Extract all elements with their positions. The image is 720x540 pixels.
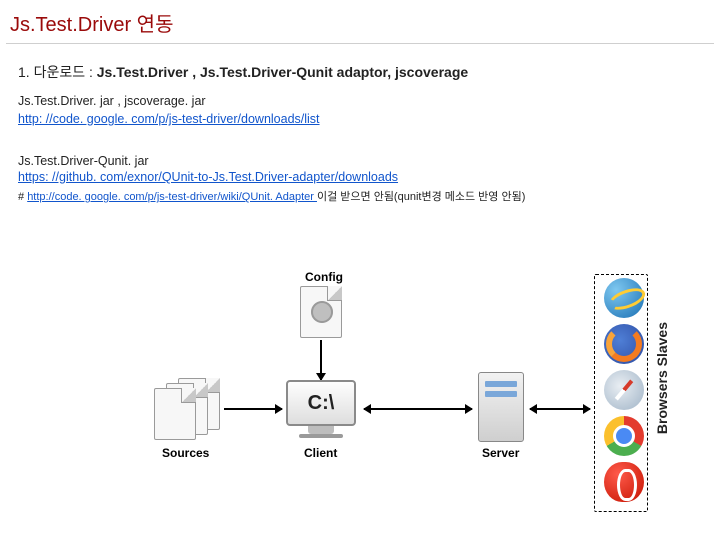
- qunit-adapter-block: Js.Test.Driver-Qunit. jar https: //githu…: [18, 154, 702, 204]
- safari-icon: [604, 370, 644, 410]
- config-label: Config: [305, 270, 343, 284]
- opera-icon: [604, 462, 644, 502]
- browsers-slaves-label: Browsers Slaves: [654, 322, 670, 434]
- warning-note: # http://code. google. com/p/js-test-dri…: [18, 188, 702, 204]
- qunit-adapter-jar: Js.Test.Driver-Qunit. jar: [18, 154, 702, 168]
- sources-label: Sources: [162, 446, 209, 460]
- link-wiki-qunit-adapter[interactable]: http://code. google. com/p/js-test-drive…: [27, 191, 317, 203]
- link-jstestdriver-downloads[interactable]: http: //code. google. com/p/js-test-driv…: [18, 112, 320, 126]
- jar-files-line: Js.Test.Driver. jar , jscoverage. jar: [18, 94, 702, 108]
- arrow-client-server: [364, 408, 472, 410]
- client-screen-text: C:\: [286, 380, 356, 426]
- arrow-sources-to-client: [224, 408, 282, 410]
- browsers-column: [602, 278, 646, 502]
- content-area: 1. 다운로드 : Js.Test.Driver , Js.Test.Drive…: [0, 62, 720, 204]
- title-divider: [6, 43, 714, 44]
- note-tail: 이걸 받으면 안됨(qunit변경 메소드 반영 안됨): [317, 191, 525, 203]
- server-icon: [478, 372, 524, 442]
- note-hash: #: [18, 191, 27, 203]
- config-icon: [300, 286, 342, 338]
- ie-icon: [604, 278, 644, 318]
- client-icon: C:\: [286, 380, 356, 438]
- client-label: Client: [304, 446, 337, 460]
- arrow-server-browsers: [530, 408, 590, 410]
- firefox-icon: [604, 324, 644, 364]
- page-title: Js.Test.Driver 연동: [0, 0, 720, 43]
- server-label: Server: [482, 446, 519, 460]
- architecture-diagram: Config Sources C:\ Client Server Browser…: [150, 280, 690, 530]
- link-qunit-adapter-downloads[interactable]: https: //github. com/exnor/QUnit-to-Js.T…: [18, 170, 398, 184]
- chrome-icon: [604, 416, 644, 456]
- step-1-bold: Js.Test.Driver , Js.Test.Driver-Qunit ad…: [97, 64, 468, 80]
- step-1-prefix: 1. 다운로드 :: [18, 64, 97, 80]
- step-1-line: 1. 다운로드 : Js.Test.Driver , Js.Test.Drive…: [18, 62, 702, 82]
- arrow-config-to-client: [320, 340, 322, 380]
